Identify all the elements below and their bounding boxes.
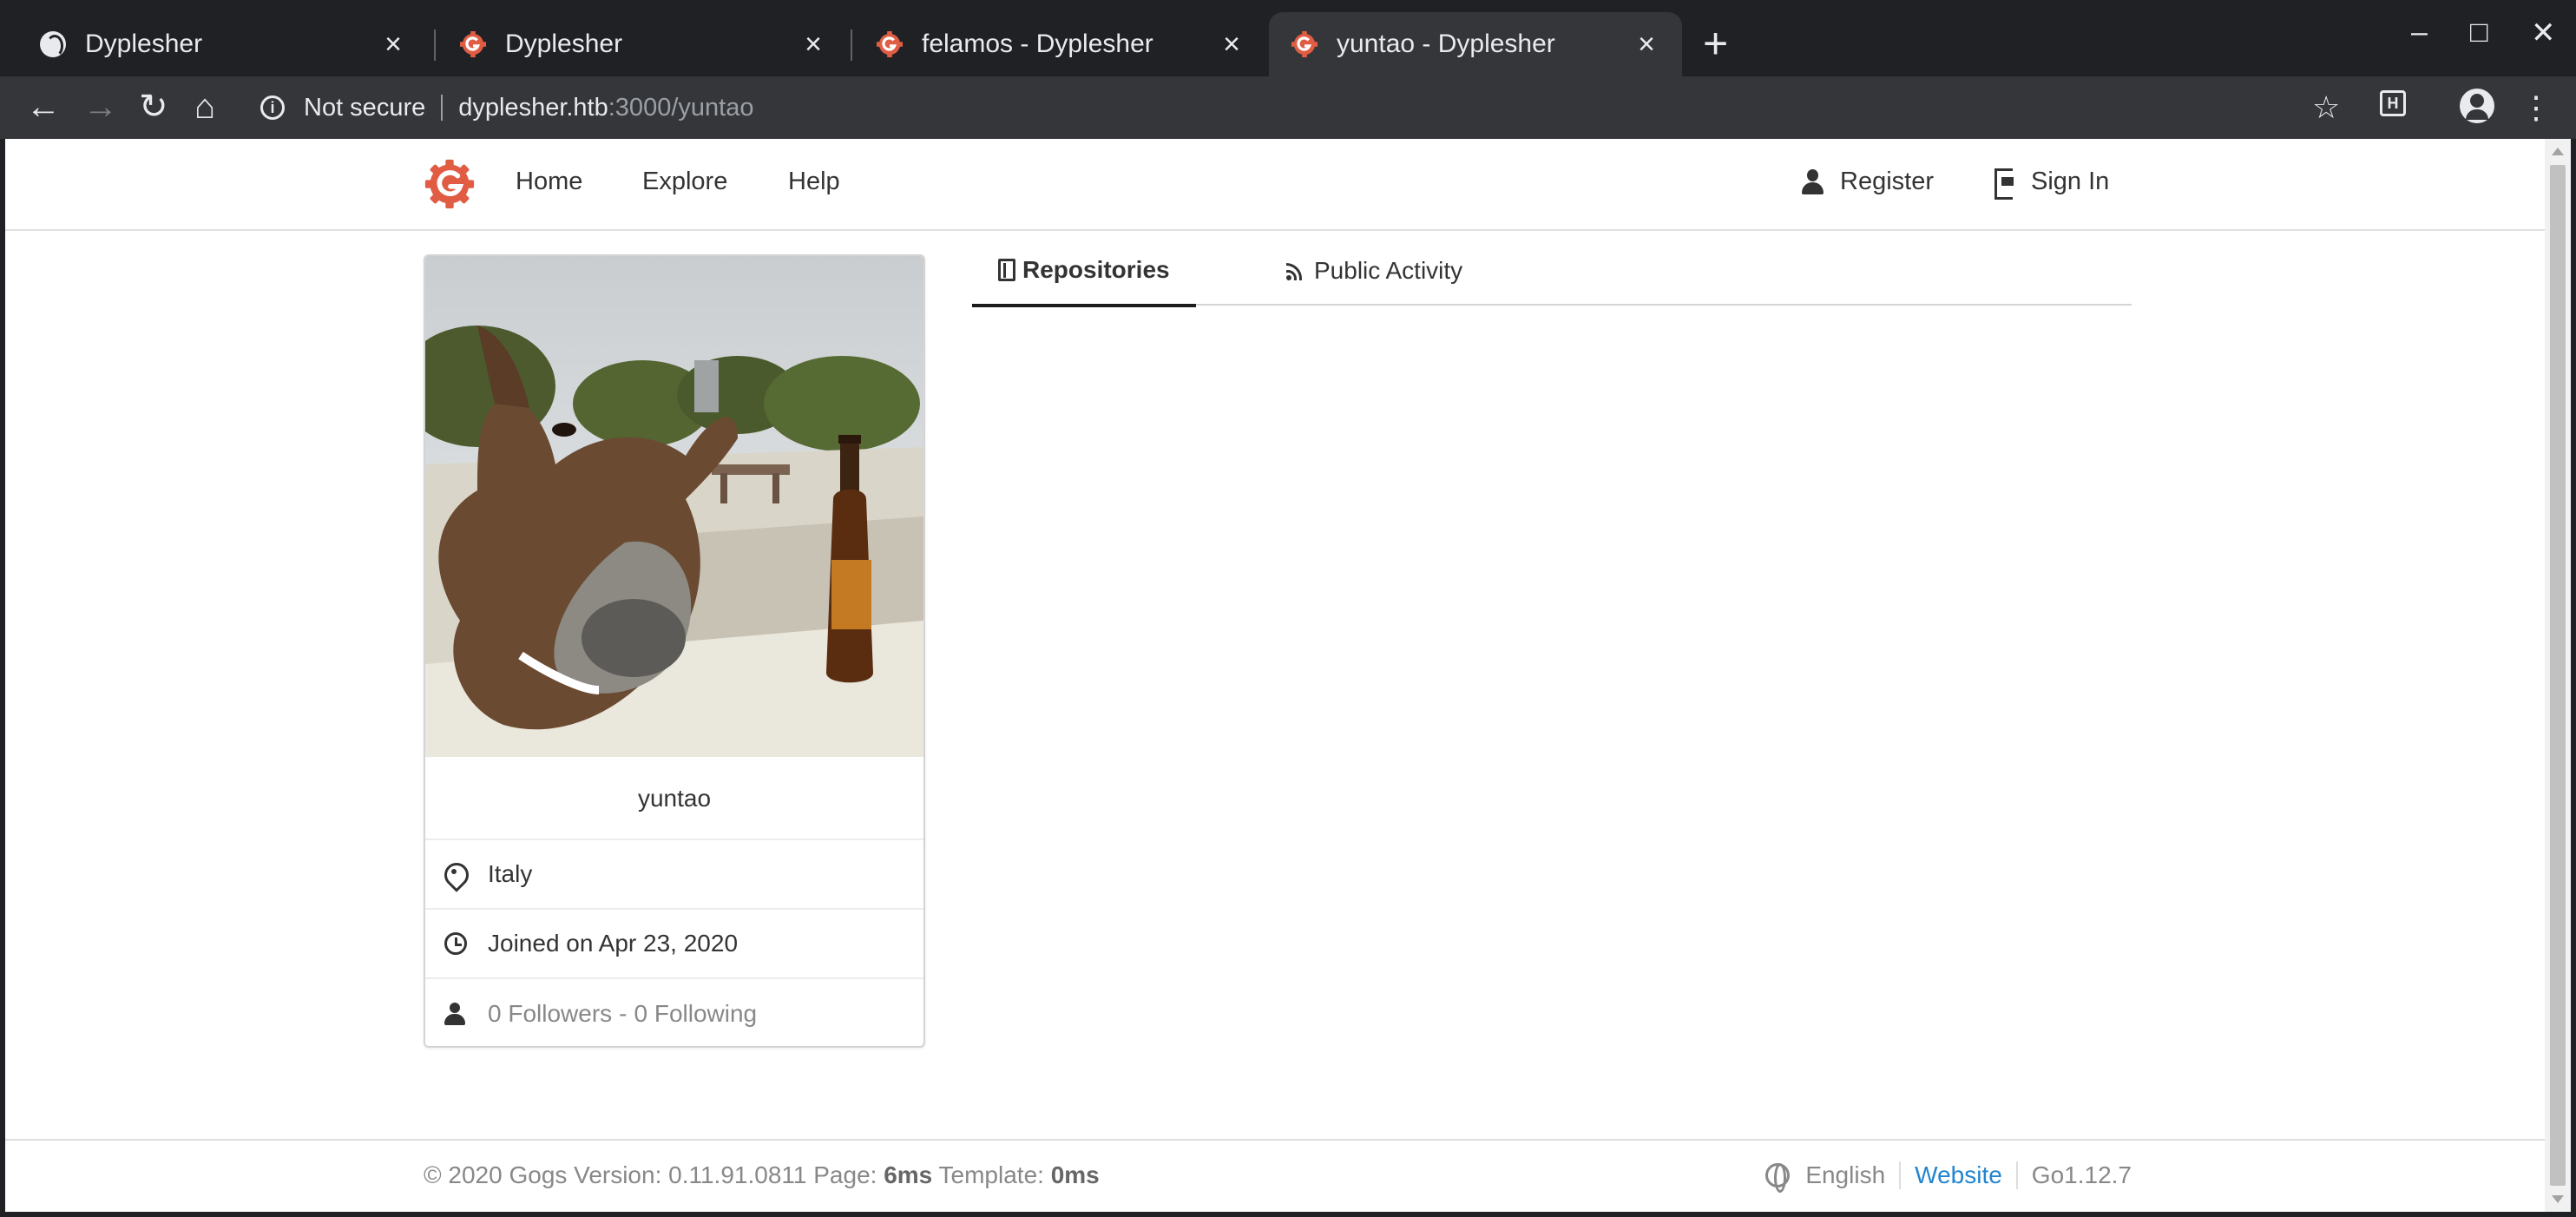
register-label: Register	[1840, 168, 1934, 195]
browser-tab-2[interactable]: Dyplesher ×	[437, 12, 849, 76]
tab-title: yuntao - Dyplesher	[1337, 30, 1555, 58]
clock-icon	[444, 932, 469, 955]
globe-icon	[40, 31, 66, 57]
browser-tab-1[interactable]: Dyplesher ×	[17, 12, 429, 76]
tab-repositories-label: Repositories	[1022, 256, 1170, 283]
sign-in-icon	[1993, 168, 2015, 200]
page-content: Home Explore Help Register Sign In yunta…	[5, 139, 2571, 1212]
profile-card: yuntao Italy Joined on Apr 23, 2020 0 Fo…	[424, 254, 925, 1048]
tab-public-activity-label: Public Activity	[1314, 257, 1463, 284]
minimize-button[interactable]: –	[2411, 16, 2428, 49]
new-tab-button[interactable]: +	[1703, 19, 1728, 68]
tab-separator	[851, 30, 852, 61]
window-frame	[2571, 139, 2576, 1217]
footer-version-info: © 2020 Gogs Version: 0.11.91.0811 Page: …	[424, 1161, 1100, 1189]
profile-avatar-icon[interactable]	[2460, 89, 2494, 123]
book-icon	[998, 259, 1015, 281]
go-version: Go1.12.7	[2031, 1161, 2132, 1188]
tab-repositories[interactable]: Repositories	[972, 236, 1196, 307]
profile-joined: Joined on Apr 23, 2020	[488, 930, 739, 957]
sign-in-link[interactable]: Sign In	[1993, 168, 2110, 200]
profile-follow-row: 0 Followers - 0 Following	[425, 979, 923, 1049]
home-icon[interactable]: ⌂	[194, 85, 215, 128]
address-divider	[441, 95, 444, 121]
following-link[interactable]: 0 Following	[634, 1000, 758, 1028]
bookmark-star-icon[interactable]: ☆	[2312, 89, 2340, 127]
gogs-logo-icon[interactable]	[424, 158, 476, 210]
window-frame	[0, 1212, 2576, 1217]
profile-location: Italy	[488, 860, 533, 887]
extension-icon[interactable]: H	[2380, 90, 2406, 116]
gogs-favicon-icon	[460, 31, 486, 57]
nav-explore[interactable]: Explore	[642, 168, 727, 196]
location-pin-icon	[444, 863, 469, 885]
language-selector[interactable]: English	[1805, 1161, 1885, 1189]
footer-separator	[1899, 1161, 1902, 1189]
nav-home[interactable]: Home	[516, 168, 582, 196]
url-path: :3000/yuntao	[608, 93, 754, 122]
sign-in-label: Sign In	[2031, 168, 2110, 195]
user-icon	[1800, 168, 1824, 195]
followers-link[interactable]: 0 Followers	[488, 1000, 612, 1028]
gogs-favicon-icon	[877, 31, 903, 57]
url-host: dyplesher.htb	[458, 93, 608, 122]
footer-links: English Website Go1.12.7	[1765, 1161, 2132, 1193]
security-label: Not secure	[304, 93, 426, 122]
rss-icon	[1286, 261, 1305, 280]
menu-kebab-icon[interactable]: ⋮	[2520, 89, 2552, 127]
scroll-up-arrow-icon[interactable]	[2552, 148, 2564, 155]
close-icon[interactable]: ×	[1633, 28, 1659, 62]
scroll-thumb[interactable]	[2550, 165, 2566, 1186]
info-icon[interactable]: i	[260, 95, 285, 120]
site-footer: © 2020 Gogs Version: 0.11.91.0811 Page: …	[5, 1139, 2545, 1212]
close-icon[interactable]: ×	[1219, 28, 1245, 62]
site-header: Home Explore Help Register Sign In	[5, 139, 2545, 231]
nav-help[interactable]: Help	[788, 168, 840, 196]
forward-arrow-icon[interactable]: →	[83, 85, 118, 128]
avatar	[425, 256, 923, 757]
back-arrow-icon[interactable]: ←	[26, 85, 61, 128]
footer-copyright: © 2020 Gogs Version: 0.11.91.0811 Page:	[424, 1161, 884, 1188]
reload-icon[interactable]: ↻	[139, 85, 168, 128]
footer-template-label: Template:	[932, 1161, 1051, 1188]
browser-toolbar: ← → ↻ ⌂ i Not secure dyplesher.htb:3000/…	[0, 76, 2576, 139]
tab-title: Dyplesher	[85, 30, 203, 58]
scroll-down-arrow-icon[interactable]	[2552, 1195, 2564, 1203]
tab-title: felamos - Dyplesher	[922, 30, 1153, 58]
footer-template-time: 0ms	[1050, 1161, 1100, 1188]
tab-title: Dyplesher	[505, 30, 623, 58]
profile-joined-row: Joined on Apr 23, 2020	[425, 910, 923, 979]
close-icon[interactable]: ×	[800, 28, 826, 62]
website-link[interactable]: Website	[1915, 1161, 2002, 1189]
profile-location-row: Italy	[425, 840, 923, 910]
browser-tab-4[interactable]: yuntao - Dyplesher ×	[1269, 12, 1682, 76]
browser-tab-3[interactable]: felamos - Dyplesher ×	[854, 12, 1267, 76]
page-scrollbar[interactable]	[2545, 139, 2571, 1212]
user-icon	[444, 1003, 469, 1025]
globe-icon	[1765, 1163, 1791, 1193]
follow-separator: -	[619, 1000, 628, 1027]
tab-separator	[434, 30, 436, 61]
profile-username: yuntao	[425, 757, 923, 840]
address-bar[interactable]: i Not secure dyplesher.htb:3000/yuntao	[260, 90, 2378, 125]
close-window-button[interactable]: ✕	[2531, 16, 2556, 50]
profile-tabs: Repositories Public Activity	[972, 236, 2132, 307]
close-icon[interactable]: ×	[380, 28, 406, 62]
footer-separator	[2015, 1161, 2018, 1189]
footer-page-time: 6ms	[884, 1161, 933, 1188]
maximize-button[interactable]: □	[2470, 16, 2488, 49]
tab-public-activity[interactable]: Public Activity	[1286, 236, 1462, 306]
register-link[interactable]: Register	[1800, 168, 1934, 196]
gogs-favicon-icon	[1291, 31, 1318, 57]
